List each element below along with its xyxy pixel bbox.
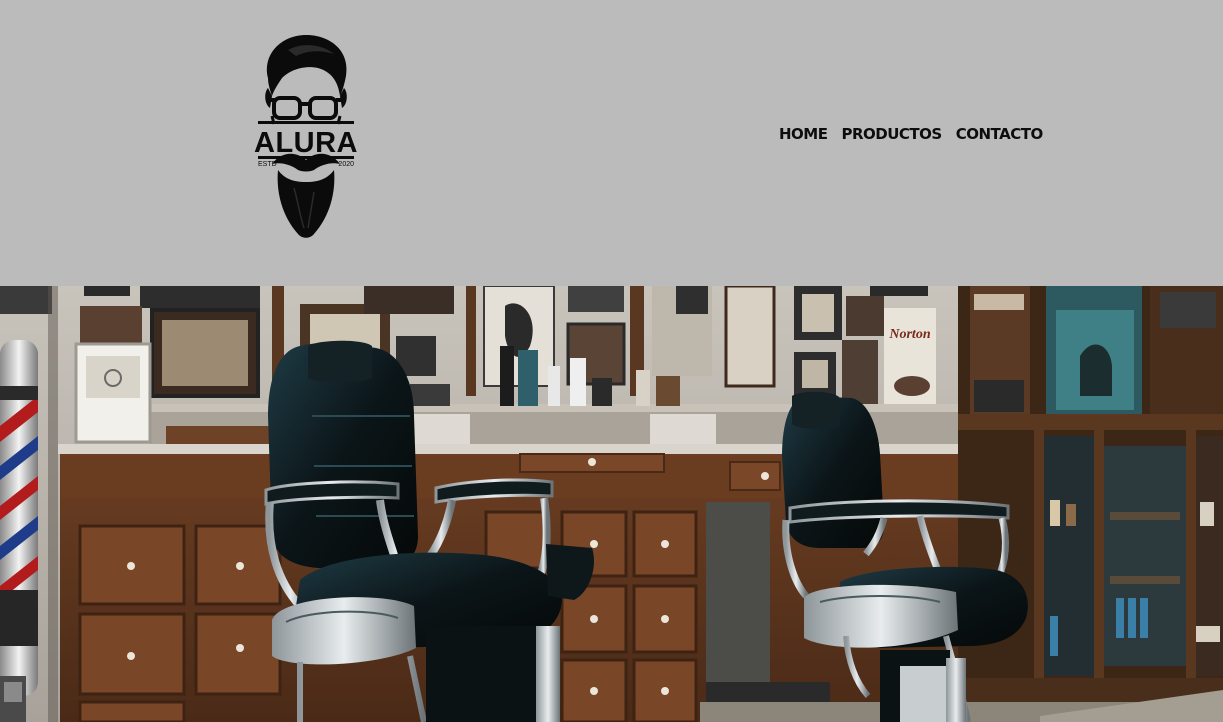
bearded-man-logo-icon: ALURA ESTD 2020 [254, 34, 358, 238]
hero-banner: Norton [0, 286, 1223, 722]
barbershop-interior-photo: Norton [0, 286, 1223, 722]
poster-text: Norton [888, 327, 930, 342]
barber-pole [0, 340, 38, 696]
nav-item-productos: PRODUCTOS [834, 122, 948, 146]
nav-link-productos[interactable]: PRODUCTOS [834, 122, 948, 146]
nav-list: HOME PRODUCTOS CONTACTO [772, 122, 1050, 146]
nav-link-home[interactable]: HOME [772, 122, 834, 146]
logo-brand-text: ALURA [254, 127, 358, 159]
logo-right-text: 2020 [338, 161, 354, 168]
nav-item-contacto: CONTACTO [949, 122, 1050, 146]
drawer-block-left [78, 524, 282, 722]
nav-item-home: HOME [772, 122, 834, 146]
site-header: ALURA ESTD 2020 HOME PRODUCTOS CONTACTO [0, 0, 1223, 286]
alura-logo[interactable]: ALURA ESTD 2020 [252, 32, 360, 246]
nav-link-contacto[interactable]: CONTACTO [949, 122, 1050, 146]
